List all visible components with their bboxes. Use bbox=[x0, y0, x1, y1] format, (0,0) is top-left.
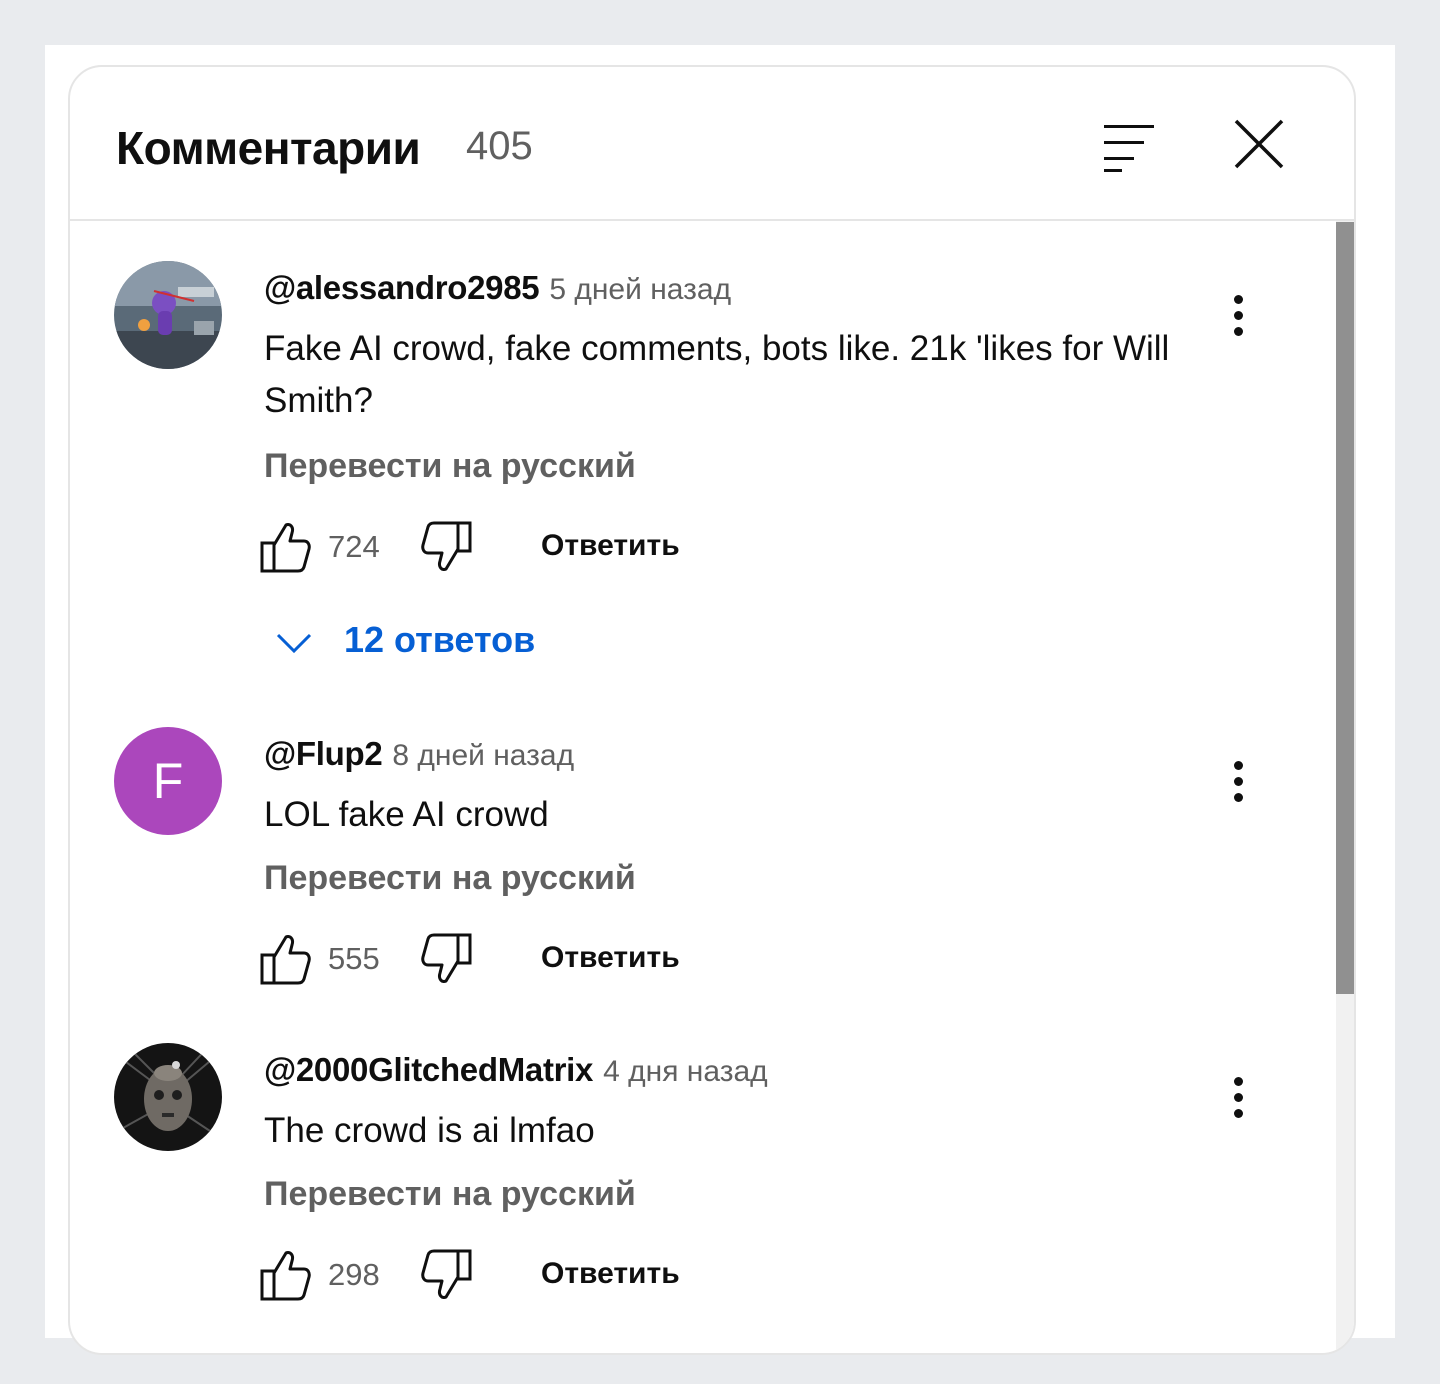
reply-button[interactable]: Ответить bbox=[541, 1257, 680, 1291]
thumbs-up-icon bbox=[260, 523, 311, 573]
more-vert-icon-dot bbox=[1234, 1109, 1243, 1118]
dislike-button[interactable] bbox=[418, 931, 474, 987]
thumbs-down-icon bbox=[421, 1249, 472, 1299]
thumbs-up-icon bbox=[260, 1251, 311, 1301]
comments-panel: Комментарии 405 @alessandro2985 5 дней н… bbox=[68, 65, 1356, 1355]
more-vert-icon-dot bbox=[1234, 311, 1243, 320]
comments-title: Комментарии bbox=[116, 122, 421, 174]
thumbs-up-icon bbox=[260, 935, 311, 985]
more-button[interactable] bbox=[1210, 1059, 1266, 1139]
dislike-button[interactable] bbox=[418, 519, 474, 575]
avatar-image bbox=[114, 1043, 222, 1151]
avatar[interactable]: F bbox=[114, 727, 222, 835]
more-vert-icon-dot bbox=[1234, 1077, 1243, 1086]
like-count: 555 bbox=[328, 941, 380, 976]
comment-text: The crowd is ai lmfao bbox=[264, 1111, 595, 1150]
more-vert-icon-dot bbox=[1234, 761, 1243, 770]
like-button[interactable] bbox=[258, 519, 314, 575]
more-button[interactable] bbox=[1210, 277, 1266, 357]
author-name[interactable]: @2000GlitchedMatrix bbox=[264, 1051, 593, 1088]
avatar[interactable] bbox=[114, 261, 222, 369]
like-button[interactable] bbox=[258, 931, 314, 987]
reply-button[interactable]: Ответить bbox=[541, 941, 680, 975]
translate-link[interactable]: Перевести на русский bbox=[264, 1175, 636, 1214]
translate-link[interactable]: Перевести на русский bbox=[264, 859, 636, 898]
dislike-button[interactable] bbox=[418, 1247, 474, 1303]
more-vert-icon-dot bbox=[1234, 327, 1243, 336]
comment-time[interactable]: 5 дней назад bbox=[549, 273, 731, 306]
like-count: 724 bbox=[328, 529, 380, 564]
like-button[interactable] bbox=[258, 1247, 314, 1303]
avatar-letter: F bbox=[152, 753, 184, 809]
more-vert-icon-dot bbox=[1234, 793, 1243, 802]
close-icon bbox=[1234, 119, 1284, 169]
thumbs-down-icon bbox=[421, 933, 472, 983]
author-name[interactable]: @Flup2 bbox=[264, 735, 383, 772]
sort-icon bbox=[1104, 125, 1154, 172]
translate-link[interactable]: Перевести на русский bbox=[264, 447, 636, 486]
author-line: @2000GlitchedMatrix 4 дня назад bbox=[264, 1051, 768, 1089]
comment-text: Fake AI crowd, fake comments, bots like.… bbox=[264, 329, 1170, 420]
chevron-down-icon bbox=[276, 633, 312, 654]
comment-time[interactable]: 8 дней назад bbox=[392, 739, 574, 772]
author-line: @alessandro2985 5 дней назад bbox=[264, 269, 731, 307]
avatar-image bbox=[114, 261, 222, 369]
scrollbar-thumb[interactable] bbox=[1336, 222, 1354, 994]
like-count: 298 bbox=[328, 1257, 380, 1292]
comment-time[interactable]: 4 дня назад bbox=[603, 1055, 768, 1088]
comments-header: Комментарии 405 bbox=[70, 67, 1354, 221]
reply-button[interactable]: Ответить bbox=[541, 529, 680, 563]
comment-text: LOL fake AI crowd bbox=[264, 795, 549, 834]
sort-button[interactable] bbox=[1094, 111, 1170, 187]
replies-count: 12 ответов bbox=[344, 619, 536, 660]
thumbs-down-icon bbox=[421, 521, 472, 571]
author-name[interactable]: @alessandro2985 bbox=[264, 269, 540, 306]
avatar[interactable] bbox=[114, 1043, 222, 1151]
more-vert-icon-dot bbox=[1234, 295, 1243, 304]
author-line: @Flup2 8 дней назад bbox=[264, 735, 574, 773]
more-vert-icon-dot bbox=[1234, 777, 1243, 786]
more-vert-icon-dot bbox=[1234, 1093, 1243, 1102]
more-button[interactable] bbox=[1210, 743, 1266, 823]
comments-count: 405 bbox=[466, 124, 533, 168]
close-button[interactable] bbox=[1220, 107, 1300, 187]
